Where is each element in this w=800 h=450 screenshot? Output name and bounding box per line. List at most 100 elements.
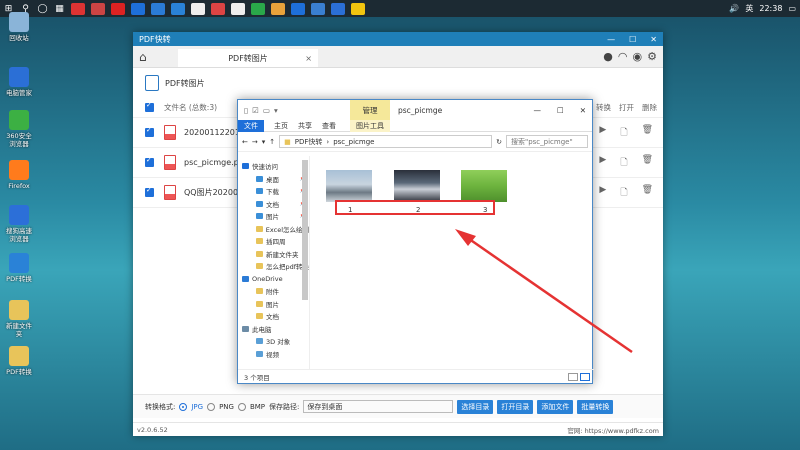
png-radio[interactable]	[207, 402, 216, 411]
play-icon[interactable]: ▶	[599, 185, 606, 201]
desktop-icon[interactable]: Firefox	[4, 160, 34, 190]
nav-item[interactable]: 图片	[238, 298, 309, 311]
document-icon[interactable]: 🗋	[620, 125, 627, 141]
nav-item[interactable]: 文档📌	[238, 198, 309, 211]
play-icon[interactable]: ▶	[599, 125, 606, 141]
minimize-icon[interactable]: —	[533, 106, 541, 115]
desktop-icon[interactable]: 回收站	[4, 12, 34, 42]
taskbar-app-icon[interactable]	[171, 2, 185, 15]
minimize-icon[interactable]: —	[607, 35, 615, 44]
nav-item[interactable]: 此电脑	[238, 323, 309, 336]
ime-indicator[interactable]: 英	[745, 3, 753, 14]
select-folder-button[interactable]: 选择目录	[457, 399, 494, 414]
row-checkbox[interactable]	[145, 156, 154, 167]
desktop-icon[interactable]: 新建文件夹	[4, 300, 34, 338]
desktop-icon[interactable]: 电脑管家	[4, 67, 34, 97]
taskbar-app-icon[interactable]	[231, 2, 245, 15]
checkbox-icon[interactable]: ☑	[252, 106, 259, 115]
taskbar-app-icon[interactable]	[291, 2, 305, 15]
taskbar-app-icon[interactable]	[351, 2, 365, 15]
nav-item[interactable]: 3D 对象	[238, 335, 309, 348]
chevron-down-icon[interactable]: ▾	[262, 138, 266, 146]
taskbar-app-icon[interactable]	[271, 2, 285, 15]
search-input[interactable]: 搜索"psc_picmge"	[506, 135, 588, 148]
file-tab[interactable]: 文件	[238, 119, 264, 132]
nav-item[interactable]: 图片📌	[238, 210, 309, 223]
clock[interactable]: 22:38	[759, 4, 782, 13]
task-view-icon[interactable]: ◯	[34, 0, 51, 17]
taskbar-app-icon[interactable]	[131, 2, 145, 15]
select-all-checkbox[interactable]	[145, 101, 154, 112]
tab-share[interactable]: 共享	[298, 121, 312, 131]
maximize-icon[interactable]: ☐	[629, 35, 636, 44]
multitask-icon[interactable]: ▦	[51, 0, 68, 17]
nav-item[interactable]: 附件	[238, 285, 309, 298]
taskbar-app-icon[interactable]	[151, 2, 165, 15]
file-thumbnail[interactable]	[461, 170, 507, 202]
details-view-icon[interactable]	[568, 372, 578, 381]
nav-item[interactable]: 新建文件夹	[238, 248, 309, 261]
close-icon[interactable]: ✕	[650, 35, 657, 44]
play-icon[interactable]: ▶	[599, 155, 606, 171]
trash-icon[interactable]: 🗑	[642, 155, 653, 171]
taskbar-app-icon[interactable]	[91, 2, 105, 15]
chat-icon[interactable]: ●	[603, 50, 613, 63]
website-link[interactable]: 官网: https://www.pdfkz.com	[567, 425, 659, 435]
refresh-icon[interactable]: ↻	[496, 138, 502, 146]
taskbar-app-icon[interactable]	[71, 2, 85, 15]
open-folder-button[interactable]: 打开目录	[497, 399, 534, 414]
save-path-input[interactable]: 保存到桌面	[303, 400, 454, 413]
desktop-icon[interactable]: PDF转换	[4, 346, 34, 376]
headset-icon[interactable]: ◠	[618, 50, 628, 63]
trash-icon[interactable]: 🗑	[642, 185, 653, 201]
notification-icon[interactable]: ▭	[788, 4, 796, 13]
user-icon[interactable]: ◉	[633, 50, 643, 63]
quick-access-toolbar-icon[interactable]: ▯	[244, 106, 248, 115]
bmp-radio[interactable]	[237, 402, 246, 411]
add-file-button[interactable]: 添加文件	[537, 399, 574, 414]
picture-tools-tab[interactable]: 图片工具	[350, 119, 390, 132]
nav-scrollbar[interactable]	[302, 160, 308, 300]
taskbar-app-icon[interactable]	[191, 2, 205, 15]
manage-tab[interactable]: 管理	[350, 100, 390, 120]
taskbar-app-icon[interactable]	[211, 2, 225, 15]
taskbar-app-icon[interactable]	[331, 2, 345, 15]
tab-pdf-to-image[interactable]: PDF转图片 ×	[178, 49, 318, 67]
address-bar[interactable]: ■ PDF快转 › psc_picmge	[279, 135, 493, 148]
nav-item[interactable]: Excel怎么绘制	[238, 223, 309, 236]
batch-convert-button[interactable]: 批量转换	[577, 399, 614, 414]
trash-icon[interactable]: 🗑	[642, 125, 653, 141]
nav-item[interactable]: 插四周	[238, 235, 309, 248]
breadcrumb-item[interactable]: psc_picmge	[333, 138, 374, 146]
desktop-icon[interactable]: 搜狗高速浏览器	[4, 205, 34, 243]
nav-item[interactable]: 视频	[238, 348, 309, 361]
up-icon[interactable]: ↑	[269, 138, 275, 146]
nav-item[interactable]: 桌面📌	[238, 173, 309, 186]
chevron-down-icon[interactable]: ▾	[274, 106, 278, 115]
nav-item[interactable]: OneDrive	[238, 273, 309, 286]
volume-icon[interactable]: 🔊	[729, 4, 739, 13]
document-icon[interactable]: 🗋	[620, 185, 627, 201]
jpg-radio[interactable]	[179, 402, 188, 411]
nav-item[interactable]: 怎么把pdf转换	[238, 260, 309, 273]
file-thumbnail[interactable]	[326, 170, 372, 202]
close-icon[interactable]: ✕	[580, 106, 586, 115]
breadcrumb-item[interactable]: PDF快转	[295, 137, 323, 147]
forward-icon[interactable]: →	[252, 138, 258, 146]
thumbnail-view-icon[interactable]	[580, 372, 590, 381]
taskbar-app-icon[interactable]	[311, 2, 325, 15]
nav-item[interactable]: 文档	[238, 310, 309, 323]
desktop-icon[interactable]: PDF转换	[4, 253, 34, 283]
taskbar-app-icon[interactable]	[111, 2, 125, 15]
nav-item[interactable]: 下载📌	[238, 185, 309, 198]
tab-home[interactable]: 主页	[274, 121, 288, 131]
nav-item[interactable]: 快速访问	[238, 160, 309, 173]
back-icon[interactable]: ←	[242, 138, 248, 146]
tab-view[interactable]: 查看	[322, 121, 336, 131]
gear-icon[interactable]: ⚙	[647, 50, 657, 63]
row-checkbox[interactable]	[145, 186, 154, 197]
taskbar-app-icon[interactable]	[251, 2, 265, 15]
document-icon[interactable]: 🗋	[620, 155, 627, 171]
home-icon[interactable]: ⌂	[139, 50, 147, 64]
file-thumbnail[interactable]	[394, 170, 440, 202]
